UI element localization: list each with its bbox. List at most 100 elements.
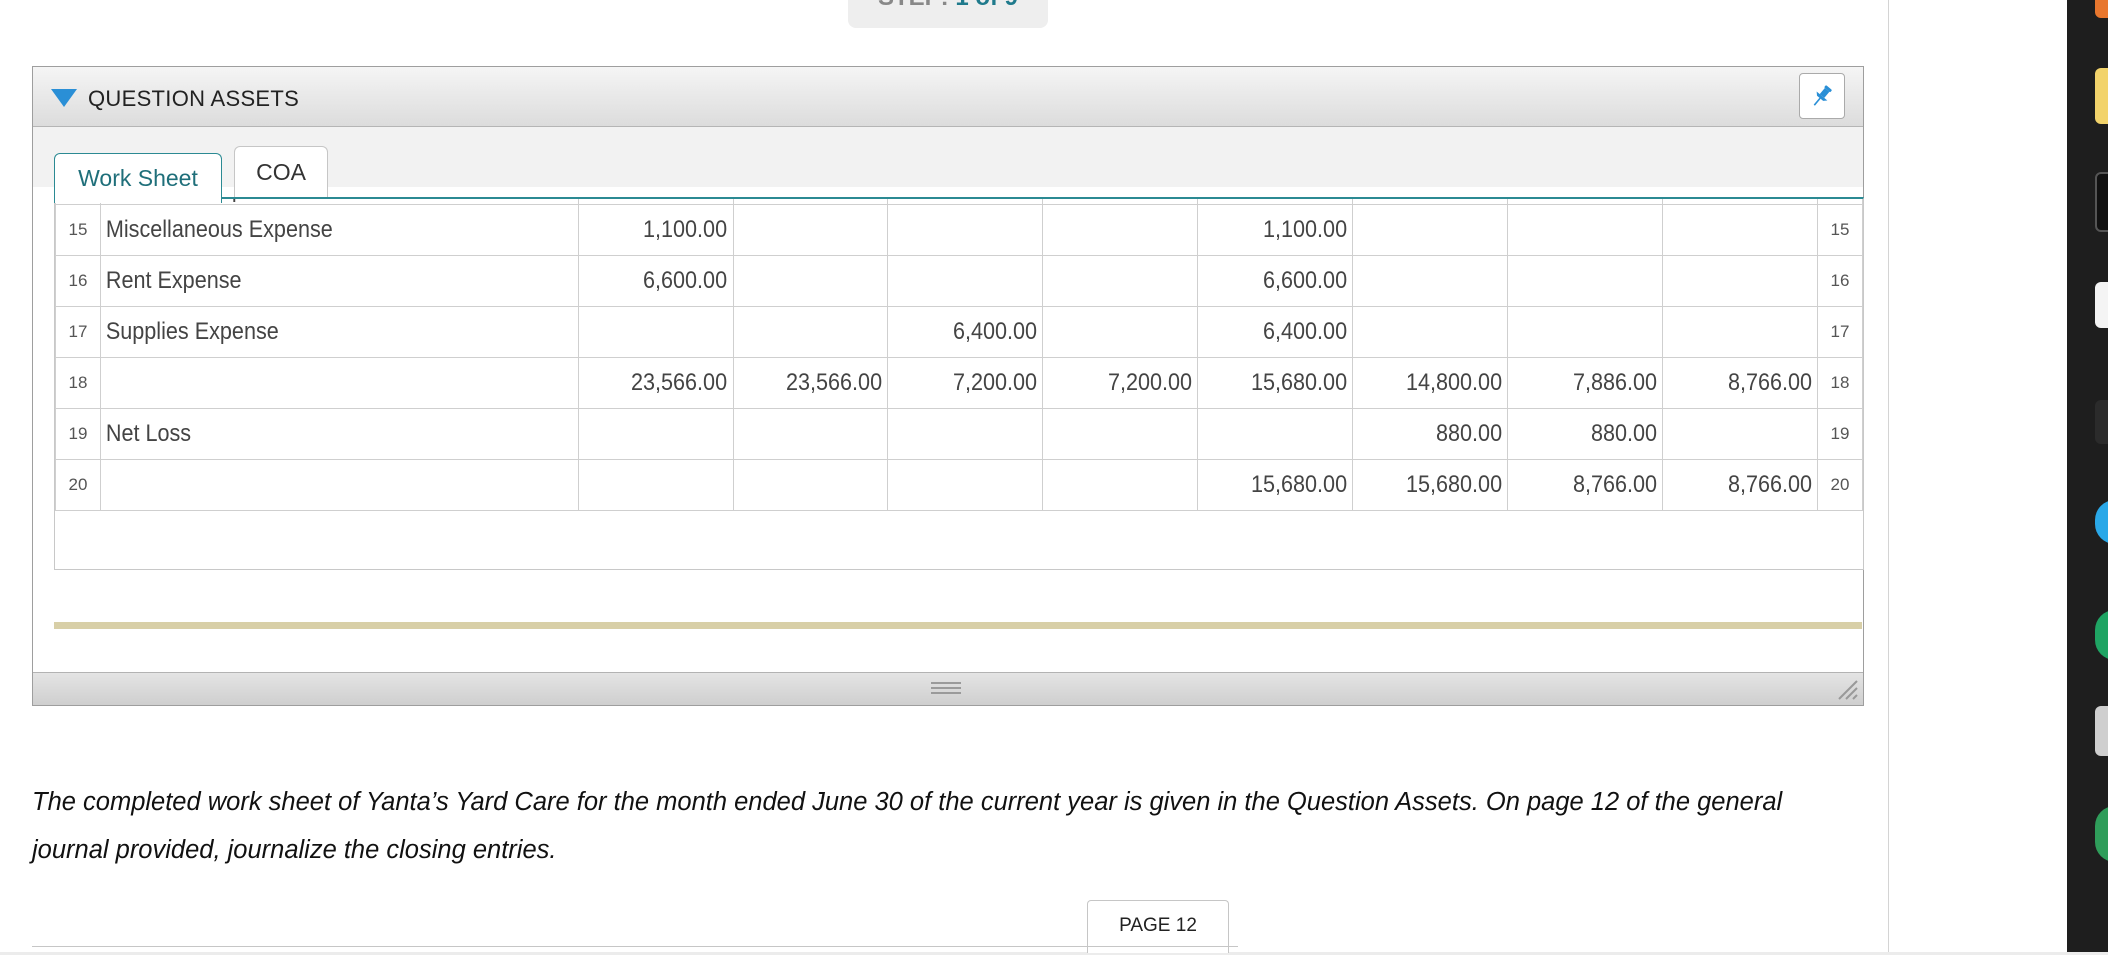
table-row: Insurance Expense500.00500.00 [55,199,1863,205]
amount-cell[interactable]: 6,400.00 [903,306,1044,358]
amount-cell[interactable]: 14,800.00 [1367,357,1509,409]
app-dock [2067,0,2108,952]
dock-app-icon[interactable] [2095,400,2108,444]
amount-cell[interactable] [1367,306,1509,358]
amount-cell[interactable] [1677,204,1818,256]
step-label: STEP: [878,0,955,11]
amount-cell[interactable] [593,199,734,205]
dock-app-icon[interactable] [2095,172,2108,232]
table-row: 19 Net Loss 880.00 880.00 19 [55,408,1863,460]
amount-cell[interactable] [1677,255,1818,307]
tab-work-sheet[interactable]: Work Sheet [54,153,222,203]
amount-cell[interactable] [1522,255,1664,307]
amount-cell[interactable] [1057,199,1199,205]
amount-cell[interactable] [1212,408,1354,460]
dock-app-icon[interactable] [2095,68,2108,124]
amount-cell[interactable] [1367,199,1509,205]
amount-cell[interactable] [748,255,889,307]
amount-cell[interactable]: 1,100.00 [593,204,734,256]
amount-cell[interactable]: 6,600.00 [1212,255,1354,307]
amount-cell[interactable]: 6,400.00 [1212,306,1354,358]
resize-corner-icon[interactable] [1835,677,1859,701]
row-number-cell: 20 [1816,459,1863,511]
amount-cell[interactable]: 23,566.00 [748,357,889,409]
row-number-cell: 15 [1816,204,1863,256]
row-number-cell: 17 [1816,306,1863,358]
amount-cell[interactable] [1677,408,1818,460]
amount-cell[interactable]: 23,566.00 [593,357,734,409]
amount-cell[interactable] [1057,408,1199,460]
amount-cell[interactable]: 7,200.00 [903,357,1044,409]
amount-cell[interactable] [593,408,734,460]
row-number-cell: 15 [55,204,101,256]
table-row: 20 15,680.00 15,680.00 8,766.00 8,766.00 20 [55,459,1863,511]
amount-cell[interactable] [1057,204,1199,256]
amount-cell[interactable]: 8,766.00 [1677,459,1818,511]
amount-cell[interactable] [1677,199,1818,205]
amount-cell[interactable] [748,459,889,511]
account-title-cell[interactable]: Miscellaneous Expense [100,204,531,256]
amount-cell[interactable] [903,459,1044,511]
step-indicator: STEP: 1 of 9 [848,0,1048,28]
amount-cell[interactable]: 7,200.00 [1057,357,1199,409]
amount-cell[interactable] [748,199,889,205]
account-title-cell[interactable] [100,459,531,511]
amount-cell[interactable]: 8,766.00 [1677,357,1818,409]
amount-cell[interactable]: 15,680.00 [1212,459,1354,511]
amount-cell[interactable] [748,408,889,460]
amount-cell[interactable]: 500.00 [903,199,1044,205]
question-assets-panel: QUESTION ASSETS COA Work Sheet 15 Miscel… [32,66,1864,706]
amount-cell[interactable] [903,255,1044,307]
tab-coa[interactable]: COA [234,146,328,197]
work-sheet-scroll-area[interactable]: Insurance Expense500.00500.0015Miscellan… [54,197,1864,570]
row-number-cell: 18 [1816,357,1863,409]
amount-cell[interactable] [1057,306,1199,358]
amount-cell[interactable] [1057,459,1199,511]
collapse-triangle-icon[interactable] [51,89,77,107]
amount-cell[interactable]: 880.00 [1367,408,1509,460]
amount-cell[interactable] [593,459,734,511]
account-title-cell[interactable]: Supplies Expense [100,306,531,358]
amount-cell[interactable]: 8,766.00 [1522,459,1664,511]
question-assets-title: QUESTION ASSETS [88,86,300,111]
amount-cell[interactable] [1522,199,1664,205]
row-number-cell [1816,199,1863,205]
table-row: 17 Supplies Expense 6,400.00 6,400.00 17 [55,306,1863,358]
account-title-cell[interactable]: Rent Expense [100,255,531,307]
amount-cell[interactable]: 6,600.00 [593,255,734,307]
question-assets-header[interactable]: QUESTION ASSETS [33,67,1863,127]
amount-cell[interactable] [903,204,1044,256]
account-title-cell[interactable] [100,357,531,409]
amount-cell[interactable]: 15,680.00 [1212,357,1354,409]
account-title-cell[interactable]: Net Loss [100,408,531,460]
amount-cell[interactable] [903,408,1044,460]
browser-background [1889,0,2067,952]
instructions-text: The completed work sheet of Yanta’s Yard… [32,788,1783,864]
dock-app-icon[interactable] [2095,0,2108,18]
dock-app-icon[interactable] [2095,500,2108,544]
amount-cell[interactable] [1057,255,1199,307]
amount-cell[interactable] [748,204,889,256]
amount-cell[interactable] [748,306,889,358]
amount-cell[interactable] [1522,204,1664,256]
amount-cell[interactable]: 880.00 [1522,408,1664,460]
dock-app-icon[interactable] [2095,706,2108,756]
table-row: 15 Miscellaneous Expense 1,100.00 1,100.00 1… [55,204,1863,256]
amount-cell[interactable] [1367,255,1509,307]
amount-cell[interactable]: 15,680.00 [1367,459,1509,511]
drag-handle-icon[interactable] [931,682,961,696]
amount-cell[interactable] [1522,306,1664,358]
table-row: 16 Rent Expense 6,600.00 6,600.00 16 [55,255,1863,307]
dock-app-icon[interactable] [2095,610,2108,660]
dock-app-icon[interactable] [2095,282,2108,328]
amount-cell[interactable] [1367,204,1509,256]
amount-cell[interactable]: 500.00 [1212,199,1354,205]
general-journal [32,946,1238,955]
amount-cell[interactable] [593,306,734,358]
amount-cell[interactable]: 7,886.00 [1522,357,1664,409]
amount-cell[interactable] [1677,306,1818,358]
amount-cell[interactable]: 1,100.00 [1212,204,1354,256]
dock-app-icon[interactable] [2095,806,2108,862]
pin-button[interactable] [1799,73,1845,119]
row-number-cell: 19 [1816,408,1863,460]
